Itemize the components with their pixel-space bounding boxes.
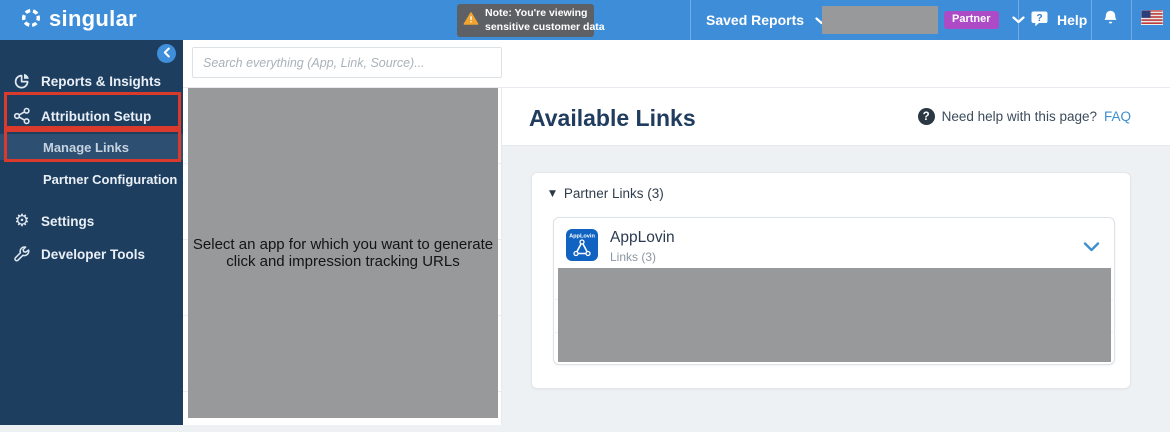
account-switcher[interactable]: Partner bbox=[944, 0, 1025, 40]
wrench-icon bbox=[13, 245, 31, 263]
sidebar-item-label: Developer Tools bbox=[41, 246, 146, 262]
saved-reports-label: Saved Reports bbox=[706, 12, 805, 28]
help-label: Help bbox=[1057, 12, 1088, 28]
bell-icon bbox=[1102, 9, 1119, 31]
partner-links-toggle[interactable]: ▼ Partner Links (3) bbox=[549, 186, 664, 201]
help-bubble-icon: ? bbox=[1030, 10, 1049, 31]
expand-chevron-icon[interactable] bbox=[1083, 239, 1100, 257]
page-help: ? Need help with this page? FAQ bbox=[917, 108, 1131, 125]
partner-links-label: Partner Links (3) bbox=[563, 186, 664, 201]
help-prompt-text: Need help with this page? bbox=[941, 109, 1097, 124]
share-network-icon bbox=[13, 107, 31, 125]
gear-icon: ⚙ bbox=[14, 210, 30, 231]
sensitive-data-note: Note: You're viewing sensitive customer … bbox=[457, 4, 605, 37]
applovin-app-icon: AppLovin bbox=[566, 229, 598, 261]
note-text: Note: You're viewing sensitive customer … bbox=[485, 6, 605, 33]
redacted-app-list: Select an app for which you want to gene… bbox=[188, 88, 498, 418]
links-count: Links (3) bbox=[610, 250, 657, 264]
faq-link[interactable]: FAQ bbox=[1104, 109, 1131, 124]
nav-divider bbox=[690, 0, 691, 40]
nav-divider bbox=[1091, 0, 1092, 40]
nav-divider bbox=[1131, 0, 1132, 40]
sidebar-item-label: Reports & Insights bbox=[41, 73, 162, 89]
available-links-panel: Available Links ? Need help with this pa… bbox=[502, 88, 1170, 425]
partner-links-section: ▼ Partner Links (3) AppLovin AppLovin Li… bbox=[531, 172, 1131, 389]
pie-chart-icon bbox=[13, 72, 31, 90]
app-list-panel: Select an app for which you want to gene… bbox=[183, 88, 502, 425]
sidebar-item-label: Attribution Setup bbox=[41, 108, 152, 124]
singular-logo[interactable]: singular bbox=[20, 0, 137, 40]
sidebar-collapse-button[interactable] bbox=[157, 44, 176, 63]
sidebar-nav: Reports & Insights Attribution Setup Man… bbox=[0, 40, 183, 425]
panel-header: Available Links ? Need help with this pa… bbox=[502, 88, 1170, 146]
svg-text:?: ? bbox=[1036, 13, 1042, 24]
sidebar-item-attribution-setup[interactable]: Attribution Setup bbox=[13, 106, 151, 126]
top-navbar: singular Note: You're viewing sensitive … bbox=[0, 0, 1170, 40]
partner-name: AppLovin bbox=[610, 229, 675, 246]
applovin-card: AppLovin AppLovin Links (3) bbox=[553, 217, 1115, 365]
redacted-links-list bbox=[558, 268, 1111, 362]
partner-badge: Partner bbox=[944, 11, 999, 29]
notifications-button[interactable] bbox=[1102, 0, 1119, 40]
redacted-account-name bbox=[822, 6, 938, 34]
chevron-left-icon bbox=[162, 45, 172, 63]
brand-name: singular bbox=[49, 5, 137, 31]
us-flag-icon bbox=[1140, 9, 1164, 30]
language-selector[interactable] bbox=[1140, 0, 1164, 40]
sidebar-item-reports-insights[interactable]: Reports & Insights bbox=[13, 71, 161, 91]
sidebar-item-partner-configuration[interactable]: Partner Configuration bbox=[43, 172, 177, 187]
warning-icon bbox=[463, 11, 479, 31]
singular-swirl-icon bbox=[20, 7, 42, 34]
sidebar-item-manage-links[interactable]: Manage Links bbox=[43, 140, 129, 155]
question-circle-icon: ? bbox=[917, 108, 935, 125]
sidebar-item-developer-tools[interactable]: Developer Tools bbox=[13, 244, 145, 264]
search-input[interactable] bbox=[192, 47, 502, 78]
svg-text:AppLovin: AppLovin bbox=[569, 234, 595, 240]
saved-reports-menu[interactable]: Saved Reports bbox=[706, 0, 828, 40]
singular-app-window: singular Note: You're viewing sensitive … bbox=[0, 0, 1170, 432]
help-menu[interactable]: ? Help bbox=[1030, 0, 1087, 40]
triangle-down-icon: ▼ bbox=[549, 188, 556, 199]
nav-divider bbox=[1018, 0, 1019, 40]
sidebar-item-label: Settings bbox=[41, 213, 95, 229]
app-select-instruction: Select an app for which you want to gene… bbox=[192, 235, 494, 271]
sidebar-item-settings[interactable]: ⚙ Settings bbox=[13, 211, 94, 231]
content-search-bar bbox=[183, 40, 1170, 88]
page-title: Available Links bbox=[529, 105, 696, 131]
